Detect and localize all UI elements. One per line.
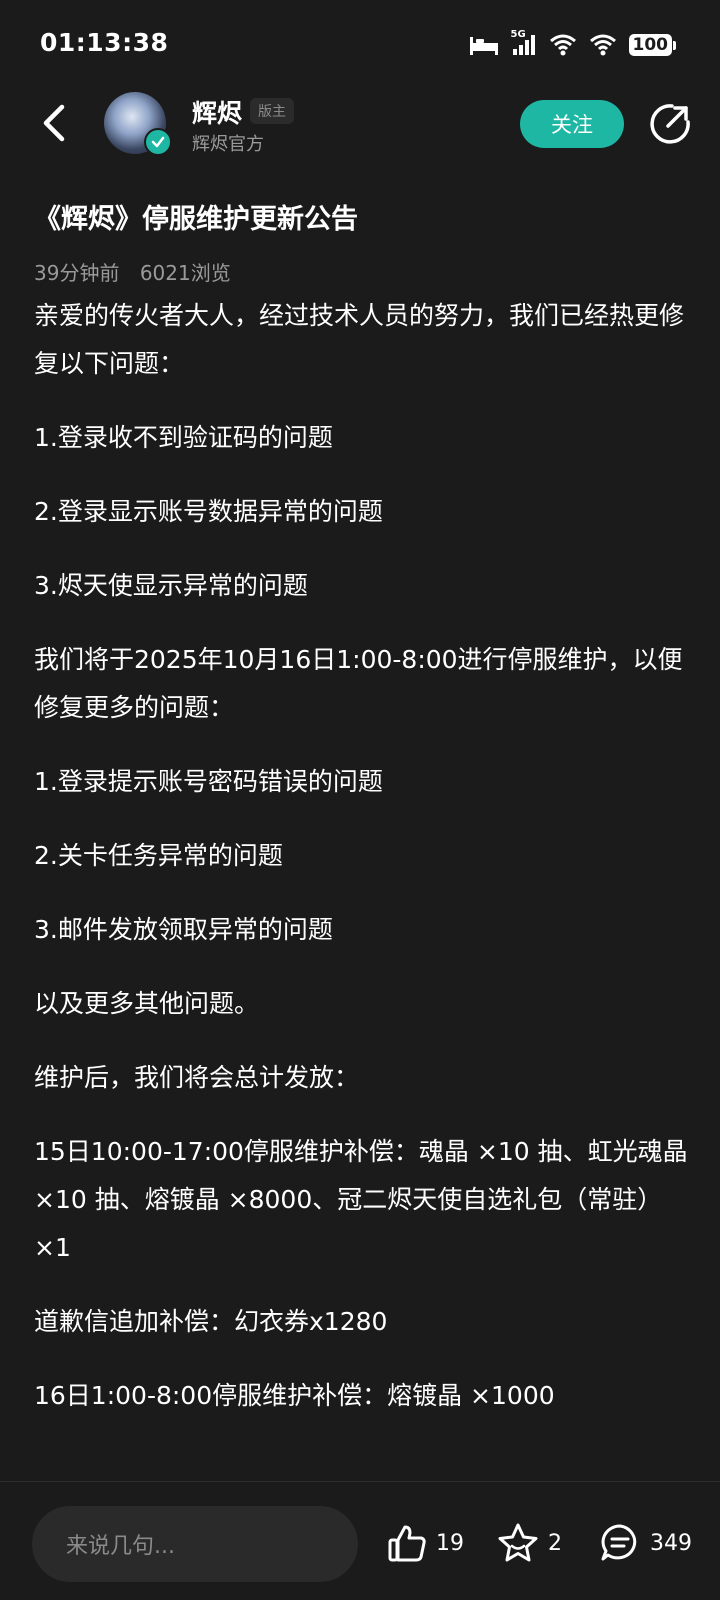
bottom-action-bar: 来说几句... 19 2 349 [0, 1482, 720, 1600]
wifi-icon [549, 33, 577, 57]
signal-icon: 5G [511, 29, 537, 57]
post-paragraph: 2.登录显示账号数据异常的问题 [34, 497, 383, 526]
post-title: 《辉烬》停服维护更新公告 [34, 204, 358, 235]
author-name[interactable]: 辉烬 [192, 94, 242, 130]
status-bar: 01:13:38 5G 100 [0, 0, 720, 92]
battery-icon: 100 [628, 34, 676, 56]
post-header: 辉烬 版主 辉烬官方 关注 [0, 92, 720, 158]
post-paragraph: 15日10:00-17:00停服维护补偿：魂晶 ×10 抽、虹光魂晶 ×10 抽… [34, 1137, 688, 1262]
status-time: 01:13:38 [40, 28, 169, 57]
moderator-badge: 版主 [250, 98, 294, 124]
battery-level: 100 [628, 34, 672, 56]
post-content: 《辉烬》停服维护更新公告 39分钟前 6021浏览 亲爱的传火者大人，经过技术人… [34, 200, 694, 1446]
comments-button[interactable]: 349 [598, 1518, 692, 1568]
post-paragraph: 道歉信追加补偿：幻衣券x1280 [34, 1307, 388, 1336]
back-icon [43, 104, 65, 142]
follow-button[interactable]: 关注 [520, 100, 624, 148]
status-icons: 5G 100 [469, 29, 676, 60]
share-button[interactable] [646, 100, 694, 148]
post-paragraph: 16日1:00-8:00停服维护补偿：熔镀晶 ×1000 [34, 1381, 555, 1410]
avatar[interactable] [104, 92, 172, 156]
bed-icon [469, 34, 499, 56]
comment-icon [601, 1524, 637, 1561]
share-icon [650, 104, 690, 144]
post-paragraph: 我们将于2025年10月16日1:00-8:00进行停服维护，以便修复更多的问题… [34, 645, 683, 722]
post-paragraph: 维护后，我们将会总计发放： [34, 1063, 360, 1092]
post-paragraph: 亲爱的传火者大人，经过技术人员的努力，我们已经热更修复以下问题： [34, 301, 685, 378]
favorite-count: 2 [548, 1530, 562, 1556]
comment-input[interactable]: 来说几句... [32, 1506, 358, 1582]
back-button[interactable] [34, 98, 74, 148]
post-time: 39分钟前 [34, 261, 120, 285]
star-icon [498, 1523, 538, 1562]
post-paragraph: 1.登录提示账号密码错误的问题 [34, 767, 383, 796]
like-button[interactable]: 19 [386, 1518, 464, 1568]
post-paragraph: 1.登录收不到验证码的问题 [34, 423, 333, 452]
comment-count: 349 [650, 1530, 692, 1556]
post-paragraph: 以及更多其他问题。 [34, 989, 260, 1018]
network-label: 5G [510, 29, 526, 40]
post-views: 6021浏览 [139, 261, 231, 285]
favorite-button[interactable]: 2 [496, 1518, 562, 1568]
post-paragraph: 3.烬天使显示异常的问题 [34, 571, 308, 600]
like-count: 19 [436, 1530, 464, 1556]
post-paragraph: 2.关卡任务异常的问题 [34, 841, 283, 870]
wifi-icon [589, 33, 617, 57]
verified-icon [144, 128, 172, 156]
post-meta: 39分钟前 6021浏览 [34, 260, 694, 286]
thumbs-up-icon [388, 1525, 426, 1562]
post-paragraph: 3.邮件发放领取异常的问题 [34, 915, 333, 944]
post-body: 亲爱的传火者大人，经过技术人员的努力，我们已经热更修复以下问题： 1.登录收不到… [34, 292, 694, 1420]
author-subtitle: 辉烬官方 [192, 134, 264, 155]
